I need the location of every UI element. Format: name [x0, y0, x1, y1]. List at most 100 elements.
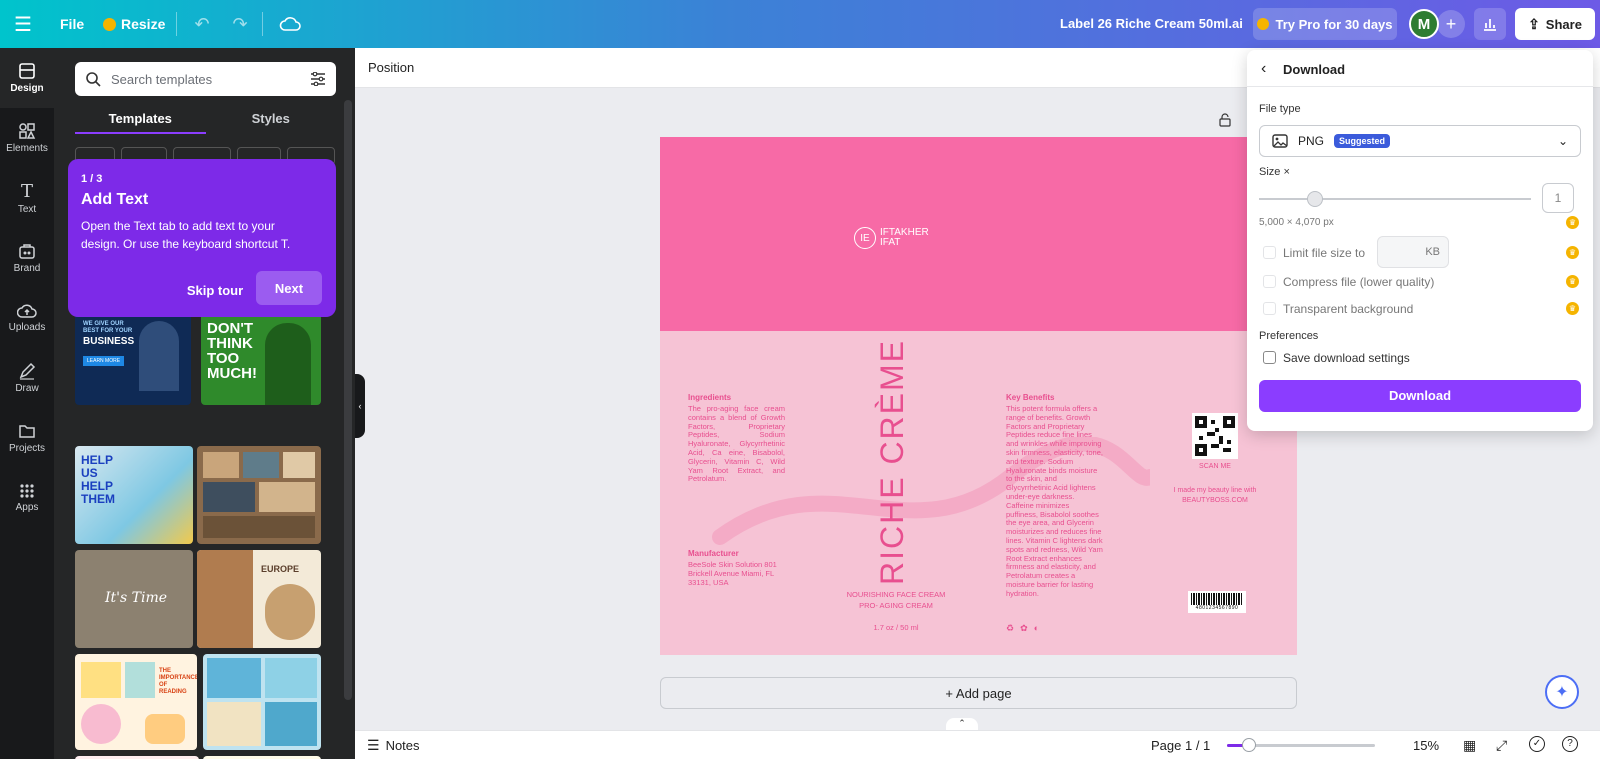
file-type-select[interactable]: PNG Suggested ⌄	[1259, 125, 1581, 157]
download-header: Download	[1283, 62, 1346, 77]
fullscreen-icon[interactable]: ⤢	[1496, 737, 1507, 754]
zoom-level[interactable]: 15%	[1413, 738, 1439, 753]
elements-icon	[19, 123, 36, 139]
bottom-bar: ☰ Notes Page 1 / 1 15% ▦ ⤢ ✓ ?	[355, 730, 1600, 759]
limit-size-input[interactable]: KB	[1377, 236, 1449, 268]
next-button[interactable]: Next	[256, 271, 322, 305]
rail-label: Text	[17, 204, 37, 215]
resize-button[interactable]: Resize	[103, 16, 165, 32]
design-page[interactable]: IE IFTAKHER IFAT Ingredients The pro-agi…	[660, 137, 1297, 655]
template-thumb-dont-think[interactable]: DON'T THINK TOO MUCH!	[201, 313, 321, 405]
download-panel: ‹ Download File type PNG Suggested ⌄ Siz…	[1247, 50, 1593, 431]
panel-scrollbar[interactable]	[344, 100, 352, 700]
dimensions-text: 5,000 × 4,070 px	[1259, 217, 1334, 228]
thumb-person	[265, 323, 311, 405]
rail-item-apps[interactable]: Apps	[0, 468, 54, 528]
resize-label: Resize	[121, 16, 166, 32]
download-button[interactable]: Download	[1259, 380, 1581, 412]
thumb-box	[81, 662, 121, 698]
rail-item-text[interactable]: T Text	[0, 168, 54, 228]
suggested-badge: Suggested	[1334, 134, 1391, 148]
preferences-label: Preferences	[1259, 330, 1319, 342]
transparent-label: Transparent background	[1283, 302, 1414, 316]
limit-size-checkbox[interactable]	[1263, 246, 1276, 259]
benefits-title: Key Benefits	[1006, 393, 1055, 402]
product-subtitle-2: PRO- AGING CREAM	[859, 601, 933, 610]
help-icon[interactable]: ?	[1562, 736, 1578, 752]
chevron-up-icon[interactable]: ⌃	[946, 718, 978, 730]
undo-icon[interactable]: ↶	[190, 12, 214, 36]
lock-icon[interactable]	[1218, 113, 1232, 127]
crown-icon: ♛	[1566, 216, 1579, 229]
rail-item-design[interactable]: Design	[0, 48, 54, 108]
template-thumb-business[interactable]: WE GIVE OUR BEST FOR YOUR BUSINESS LEARN…	[75, 313, 191, 405]
share-button[interactable]: ⇪ Share	[1515, 8, 1595, 40]
collapse-panel-handle[interactable]: ‹	[355, 374, 365, 438]
zoom-slider-thumb[interactable]	[1242, 738, 1256, 752]
rail-item-uploads[interactable]: Uploads	[0, 288, 54, 348]
thumb-photo	[197, 550, 253, 648]
barcode-digits: 4801234567890	[1195, 605, 1239, 611]
document-title[interactable]: Label 26 Riche Cream 50ml.ai	[1060, 16, 1243, 31]
manufacturer-text: BeeSole Skin Solution 801 Brickell Avenu…	[688, 560, 777, 587]
try-pro-button[interactable]: Try Pro for 30 days	[1253, 8, 1397, 40]
scan-me-label: SCAN ME	[1199, 463, 1231, 470]
rail-item-brand[interactable]: Brand	[0, 228, 54, 288]
cloud-save-icon[interactable]	[277, 12, 303, 36]
compress-label: Compress file (lower quality)	[1283, 275, 1435, 289]
skip-tour-button[interactable]: Skip tour	[183, 275, 247, 305]
rail-item-elements[interactable]: Elements	[0, 108, 54, 168]
search-input[interactable]: Search templates	[111, 72, 310, 87]
apps-icon	[20, 484, 34, 498]
redo-icon[interactable]: ↷	[228, 12, 252, 36]
notes-button[interactable]: ☰ Notes	[367, 737, 420, 754]
size-input[interactable]: 1	[1542, 183, 1574, 213]
file-type-value: PNG	[1298, 134, 1325, 148]
template-thumb-collage[interactable]	[197, 446, 321, 544]
template-thumb-beach[interactable]	[203, 654, 321, 750]
template-thumb-europe[interactable]: EUROPE	[197, 550, 321, 648]
rail-label: Design	[10, 83, 44, 94]
grid-view-icon[interactable]: ▦	[1463, 737, 1476, 754]
avatar-letter: M	[1417, 15, 1431, 33]
hamburger-icon[interactable]: ☰	[8, 12, 38, 36]
transparent-checkbox[interactable]	[1263, 302, 1276, 315]
position-button[interactable]: Position	[368, 60, 414, 75]
save-settings-checkbox[interactable]	[1263, 351, 1276, 364]
product-volume: 1.7 oz / 50 ml	[873, 623, 919, 632]
tab-templates[interactable]: Templates	[75, 104, 206, 134]
template-thumb-its-time[interactable]: It's Time	[75, 550, 193, 648]
page-indicator[interactable]: Page 1 / 1	[1151, 738, 1210, 753]
template-search[interactable]: Search templates	[75, 62, 336, 96]
template-thumb-reading[interactable]: THE IMPORTANCE OF READING	[75, 654, 197, 750]
size-slider[interactable]	[1259, 191, 1531, 207]
check-icon[interactable]: ✓	[1529, 736, 1545, 752]
thumb-text: HELP US HELP THEM	[81, 453, 115, 506]
template-thumb-help-us[interactable]: HELP US HELP THEM	[75, 446, 193, 544]
rail-item-projects[interactable]: Projects	[0, 408, 54, 468]
avatar[interactable]: M	[1409, 9, 1439, 39]
analytics-icon[interactable]	[1474, 8, 1506, 40]
design-icon	[19, 63, 35, 79]
barcode-bars	[1191, 593, 1243, 605]
draw-icon	[19, 362, 36, 380]
notes-icon: ☰	[367, 737, 380, 753]
brand-logo: IE	[854, 227, 876, 249]
compress-checkbox[interactable]	[1263, 275, 1276, 288]
file-menu[interactable]: File	[60, 16, 84, 32]
divider	[176, 12, 177, 36]
back-chevron-icon[interactable]: ‹	[1261, 60, 1266, 78]
thumb-photo	[283, 452, 315, 478]
filter-icon[interactable]	[310, 72, 326, 86]
rail-label: Draw	[15, 383, 39, 394]
tab-styles[interactable]: Styles	[206, 104, 337, 134]
add-collaborator-icon[interactable]: +	[1437, 10, 1465, 38]
size-slider-thumb[interactable]	[1307, 191, 1323, 207]
panel-tabs: Templates Styles	[75, 104, 336, 134]
ingredients-text: The pro-aging face cream contains a blen…	[688, 404, 785, 484]
zoom-slider[interactable]	[1227, 738, 1375, 752]
chevron-down-icon: ⌄	[1557, 134, 1568, 148]
magic-assistant-button[interactable]: ✦	[1545, 675, 1579, 709]
add-page-button[interactable]: + Add page	[660, 677, 1297, 709]
rail-item-draw[interactable]: Draw	[0, 348, 54, 408]
